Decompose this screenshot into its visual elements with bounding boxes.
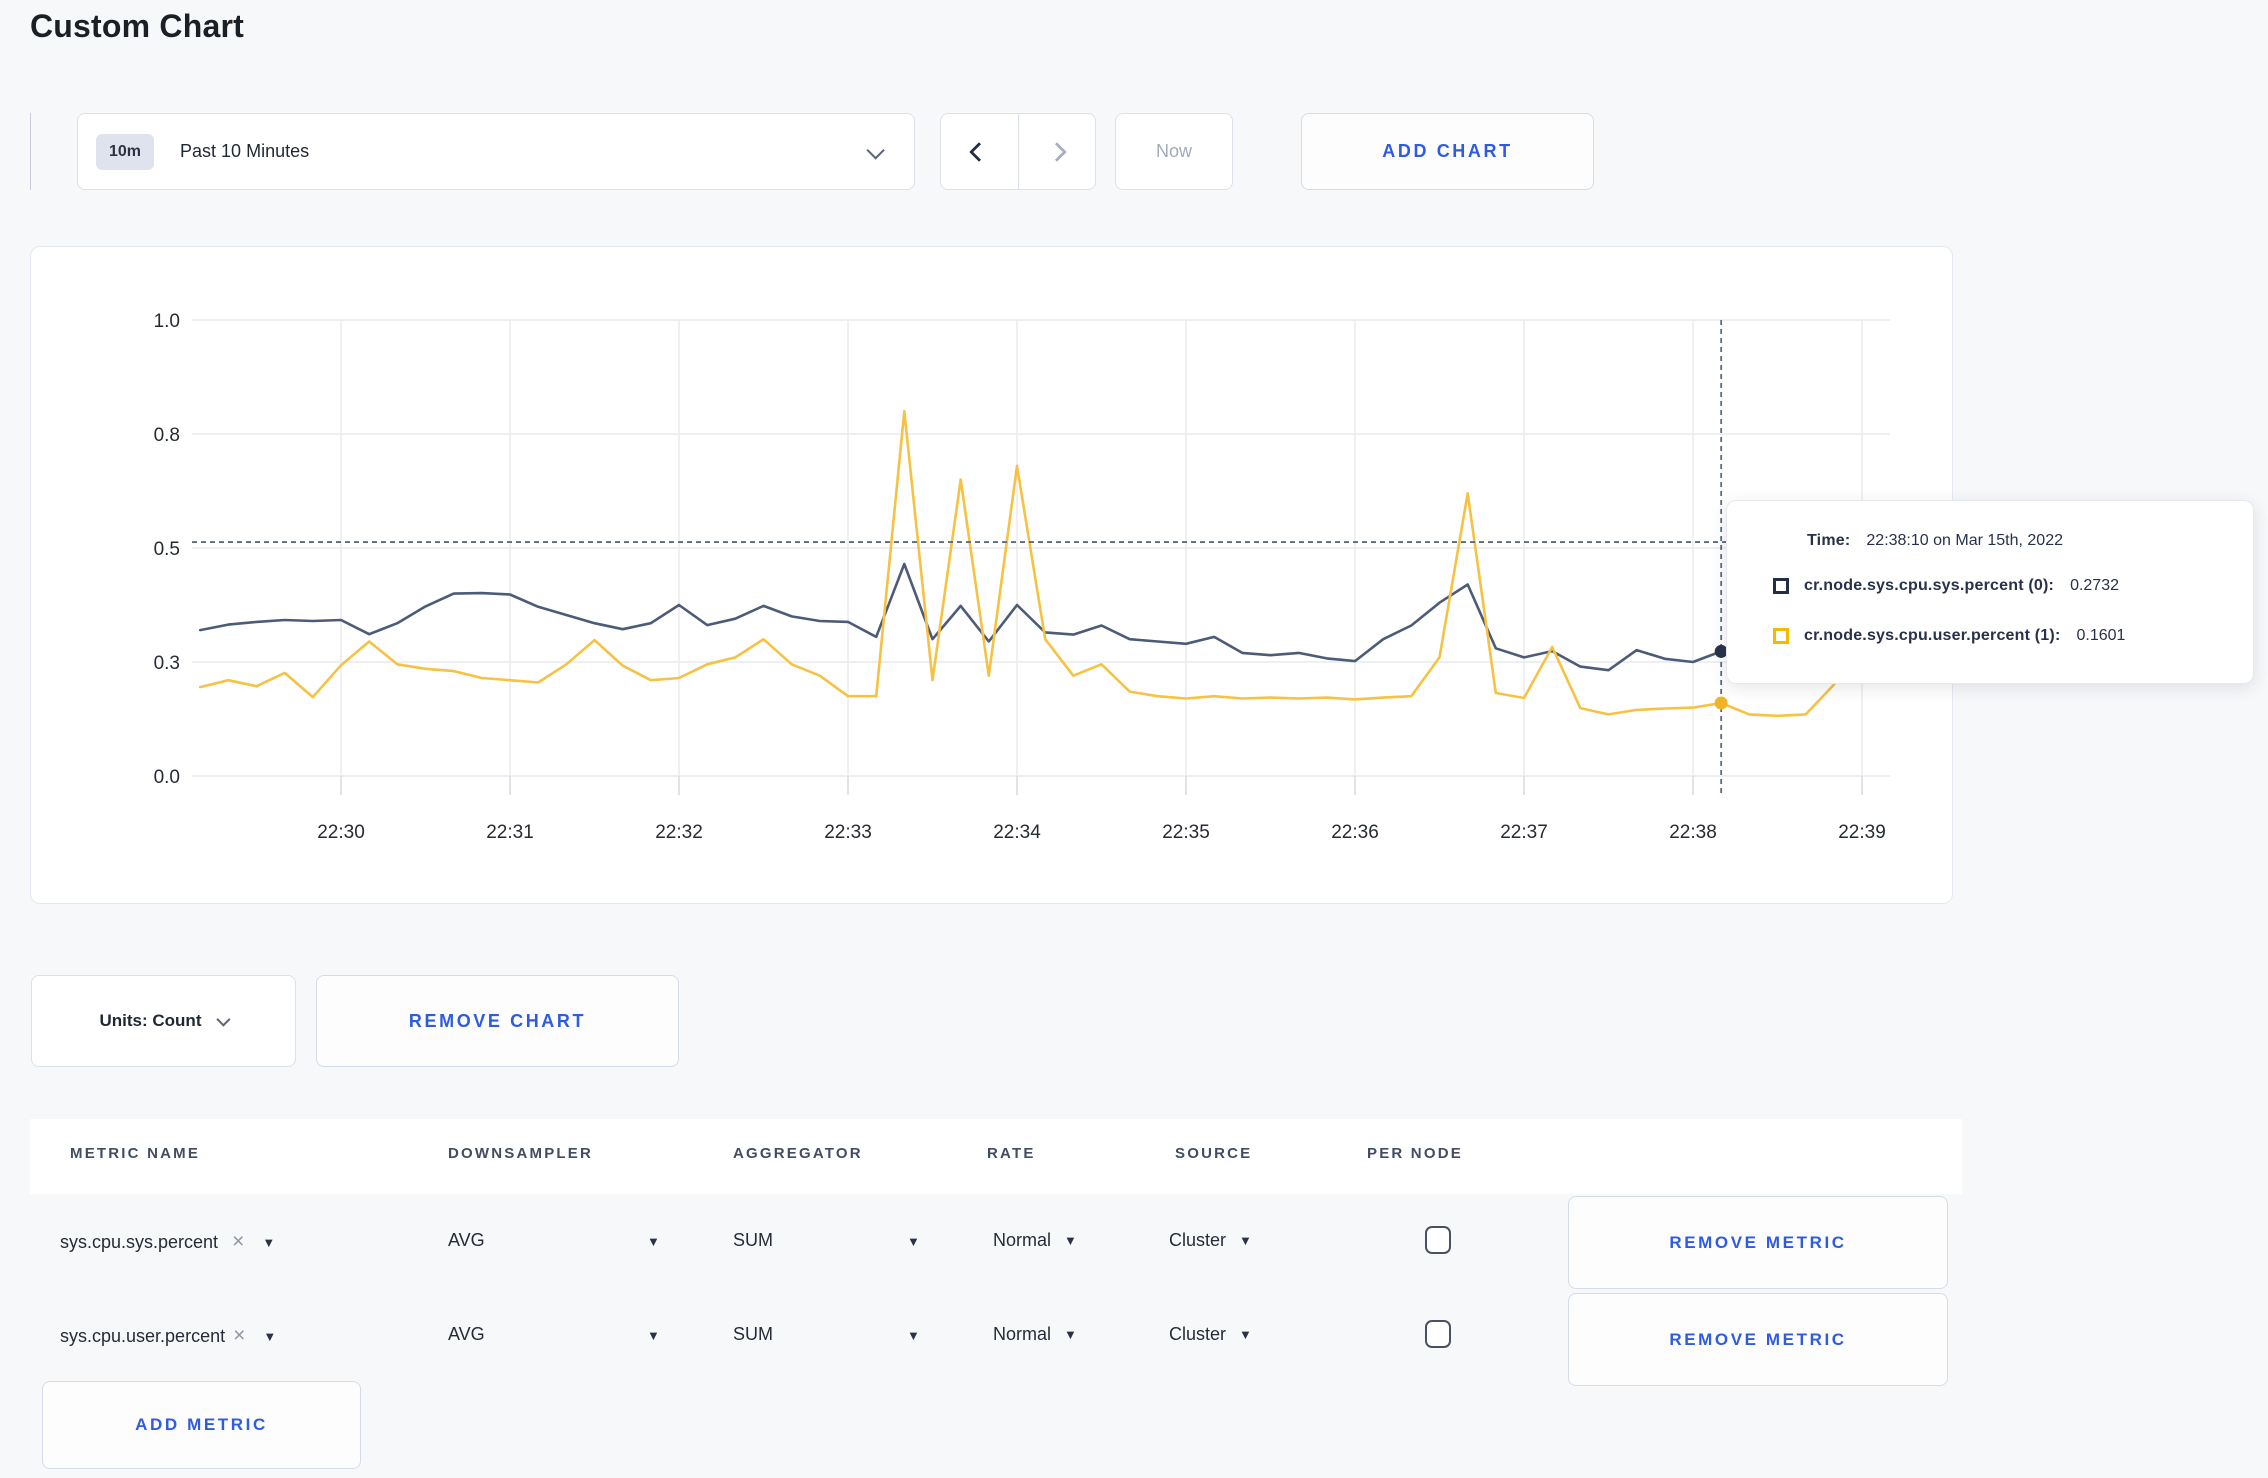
source-select[interactable]: Cluster ▼	[1169, 1324, 1252, 1345]
now-button[interactable]: Now	[1115, 113, 1233, 190]
rate-value: Normal	[993, 1230, 1052, 1250]
series-user-swatch-icon	[1773, 628, 1789, 644]
add-chart-button[interactable]: ADD CHART	[1301, 113, 1594, 190]
tooltip-time-label: Time:	[1807, 532, 1851, 549]
aggregator-select[interactable]: SUM	[733, 1324, 773, 1345]
caret-down-icon: ▼	[1064, 1233, 1077, 1248]
add-metric-button[interactable]: ADD METRIC	[42, 1381, 361, 1469]
rate-select[interactable]: Normal ▼	[993, 1324, 1077, 1345]
time-nav-group	[940, 113, 1096, 190]
caret-down-icon[interactable]: ▼	[907, 1328, 920, 1343]
aggregator-value: SUM	[733, 1230, 773, 1250]
downsampler-select[interactable]: AVG	[448, 1230, 485, 1251]
chevron-right-icon	[1046, 141, 1067, 162]
per-node-checkbox[interactable]	[1425, 1226, 1451, 1254]
source-value: Cluster	[1169, 1230, 1227, 1250]
metric-name-text: sys.cpu.sys.percent	[60, 1231, 219, 1252]
caret-down-icon[interactable]: ▼	[647, 1234, 660, 1249]
caret-down-icon[interactable]: ▼	[647, 1328, 660, 1343]
remove-metric-button[interactable]: REMOVE METRIC	[1568, 1196, 1948, 1289]
caret-down-icon: ▼	[263, 1328, 277, 1344]
aggregator-select[interactable]: SUM	[733, 1230, 773, 1251]
caret-down-icon[interactable]: ▼	[907, 1234, 920, 1249]
metric-name-dropdown[interactable]: sys.cpu.sys.percent × ▼	[60, 1230, 275, 1254]
units-label: Units: Count	[99, 1011, 202, 1030]
col-header-rate: RATE	[987, 1145, 1036, 1162]
tooltip-series-label: cr.node.sys.cpu.user.percent (1):	[1804, 627, 2061, 644]
caret-down-icon: ▼	[262, 1234, 276, 1250]
clear-metric-icon[interactable]: ×	[233, 1324, 245, 1348]
source-select[interactable]: Cluster ▼	[1169, 1230, 1252, 1251]
time-range-label: Past 10 Minutes	[180, 141, 310, 161]
tooltip-series-value: 0.1601	[2076, 627, 2126, 644]
source-value: Cluster	[1169, 1324, 1227, 1344]
remove-chart-button[interactable]: REMOVE CHART	[316, 975, 679, 1067]
tooltip-time-value: 22:38:10 on Mar 15th, 2022	[1866, 532, 2063, 549]
chevron-down-icon	[216, 1012, 231, 1027]
col-header-aggregator: AGGREGATOR	[733, 1145, 863, 1162]
col-header-metric-name: METRIC NAME	[70, 1145, 201, 1162]
next-time-button[interactable]	[1017, 114, 1096, 189]
col-header-source: SOURCE	[1175, 1145, 1253, 1162]
caret-down-icon: ▼	[1064, 1327, 1077, 1342]
downsampler-value: AVG	[448, 1324, 485, 1344]
per-node-checkbox[interactable]	[1425, 1320, 1451, 1348]
chart-tooltip: Time: 22:38:10 on Mar 15th, 2022 cr.node…	[1726, 500, 2254, 684]
aggregator-value: SUM	[733, 1324, 773, 1344]
tooltip-series-value: 0.2732	[2070, 577, 2119, 594]
col-header-per-node: PER NODE	[1367, 1145, 1463, 1162]
metric-name-text: sys.cpu.user.percent	[60, 1325, 226, 1346]
chevron-down-icon	[866, 141, 885, 160]
tooltip-series-label: cr.node.sys.cpu.sys.percent (0):	[1804, 577, 2055, 594]
caret-down-icon: ▼	[1239, 1327, 1252, 1342]
col-header-downsampler: DOWNSAMPLER	[448, 1145, 594, 1162]
rate-value: Normal	[993, 1324, 1052, 1344]
metrics-table-header: METRIC NAME DOWNSAMPLER AGGREGATOR RATE …	[30, 1119, 1962, 1194]
chevron-left-icon	[969, 141, 990, 162]
time-range-selector[interactable]: 10m Past 10 Minutes	[77, 113, 915, 190]
toolbar-divider	[30, 113, 31, 190]
units-dropdown[interactable]: Units: Count	[31, 975, 296, 1067]
metric-name-dropdown[interactable]: sys.cpu.user.percent × ▼	[60, 1324, 276, 1348]
downsampler-select[interactable]: AVG	[448, 1324, 485, 1345]
rate-select[interactable]: Normal ▼	[993, 1230, 1077, 1251]
time-range-badge: 10m	[96, 133, 155, 170]
clear-metric-icon[interactable]: ×	[232, 1230, 244, 1254]
remove-metric-button[interactable]: REMOVE METRIC	[1568, 1293, 1948, 1386]
prev-time-button[interactable]	[941, 114, 1018, 189]
series-sys-swatch-icon	[1773, 578, 1789, 594]
downsampler-value: AVG	[448, 1230, 485, 1250]
caret-down-icon: ▼	[1239, 1233, 1252, 1248]
chart-card	[30, 246, 1953, 904]
page-title: Custom Chart	[30, 8, 244, 44]
